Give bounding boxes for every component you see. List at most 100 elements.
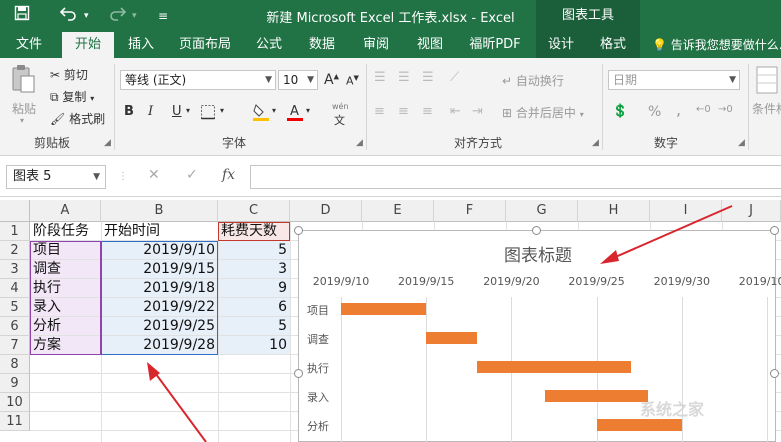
y-axis-category-label[interactable]: 分析: [307, 418, 329, 434]
x-axis-tick-label[interactable]: 2019/9/20: [483, 275, 539, 288]
column-header-e[interactable]: E: [362, 200, 434, 222]
tab-data[interactable]: 数据: [298, 32, 346, 58]
borders-icon[interactable]: [200, 104, 216, 124]
cell-a1[interactable]: 阶段任务: [30, 222, 101, 241]
column-header-b[interactable]: B: [101, 200, 218, 222]
cut-button[interactable]: ✂ 剪切: [50, 66, 88, 83]
fill-color-icon[interactable]: [252, 102, 270, 126]
phonetic-button[interactable]: wén: [332, 102, 349, 111]
column-header-d[interactable]: D: [290, 200, 362, 222]
chart-resize-handle[interactable]: [294, 226, 303, 235]
row-header-10[interactable]: 10: [0, 393, 30, 412]
tab-insert[interactable]: 插入: [118, 32, 164, 58]
decrease-indent-icon[interactable]: ⇤: [450, 104, 461, 119]
increase-indent-icon[interactable]: ⇥: [472, 104, 483, 119]
chart-resize-handle[interactable]: [532, 226, 541, 235]
row-header-9[interactable]: 9: [0, 374, 30, 393]
shrink-font-button[interactable]: A▼: [346, 74, 359, 88]
format-painter-button[interactable]: 🖌 格式刷: [50, 110, 105, 127]
align-center-icon[interactable]: ≡: [398, 104, 409, 119]
gantt-bar-调查[interactable]: [426, 332, 478, 344]
column-header-j[interactable]: J: [722, 200, 781, 222]
conditional-formatting-icon[interactable]: [756, 66, 778, 98]
gantt-chart[interactable]: 图表标题 2019/9/10 2019/9/15 2019/9/20 2019/9/2…: [298, 230, 781, 442]
grow-font-button[interactable]: A▲: [324, 72, 339, 88]
comma-button[interactable]: ,: [676, 100, 681, 119]
number-launcher-icon[interactable]: ◢: [738, 138, 745, 148]
enter-entry-button[interactable]: ✓: [186, 167, 198, 183]
cell-c7[interactable]: 10: [218, 336, 290, 355]
clipboard-launcher-icon[interactable]: ◢: [104, 138, 111, 148]
increase-decimal-icon[interactable]: ←0: [696, 104, 711, 115]
wrap-text-button[interactable]: ↵ 自动换行: [502, 72, 564, 89]
insert-function-button[interactable]: fx: [222, 167, 235, 183]
tab-review[interactable]: 审阅: [352, 32, 400, 58]
tab-design[interactable]: 设计: [536, 32, 586, 58]
number-format-select[interactable]: 日期 ▼: [608, 70, 740, 90]
tab-view[interactable]: 视图: [406, 32, 454, 58]
chart-title[interactable]: 图表标题: [299, 241, 777, 266]
gantt-bar-录入[interactable]: [545, 390, 648, 402]
orientation-icon[interactable]: ⟋: [450, 70, 459, 85]
fill-color-dropdown-icon[interactable]: ▾: [272, 106, 276, 115]
accounting-format-icon[interactable]: 💲: [612, 104, 628, 119]
tab-formulas[interactable]: 公式: [246, 32, 292, 58]
x-axis-tick-label[interactable]: 2019/9/15: [398, 275, 454, 288]
cell-b1[interactable]: 开始时间: [101, 222, 218, 241]
name-box[interactable]: 图表 5 ▼: [6, 165, 106, 189]
decrease-decimal-icon[interactable]: →0: [718, 104, 733, 115]
x-axis-tick-label[interactable]: 2019/9/10: [313, 275, 369, 288]
row-header-7[interactable]: 7: [0, 336, 30, 355]
row-header-11[interactable]: 11: [0, 412, 30, 431]
cell-c4[interactable]: 9: [218, 279, 290, 298]
align-middle-icon[interactable]: ☰: [398, 70, 410, 85]
y-axis-category-label[interactable]: 执行: [307, 360, 329, 376]
conditional-formatting-button[interactable]: 条件格: [752, 100, 781, 117]
select-all-corner[interactable]: [0, 200, 30, 222]
tab-file[interactable]: 文件: [0, 32, 58, 58]
cell-c2[interactable]: 5: [218, 241, 290, 260]
column-header-c[interactable]: C: [218, 200, 290, 222]
column-header-i[interactable]: I: [650, 200, 722, 222]
formula-input[interactable]: [250, 165, 781, 189]
chart-resize-handle[interactable]: [294, 369, 303, 378]
align-left-icon[interactable]: ≡: [374, 104, 385, 119]
gantt-bar-分析[interactable]: [596, 419, 682, 431]
chart-resize-handle[interactable]: [770, 369, 779, 378]
row-header-6[interactable]: 6: [0, 317, 30, 336]
column-header-a[interactable]: A: [30, 200, 101, 222]
row-header-1[interactable]: 1: [0, 222, 30, 241]
y-axis-category-label[interactable]: 录入: [307, 389, 329, 405]
cell-c3[interactable]: 3: [218, 260, 290, 279]
font-launcher-icon[interactable]: ◢: [356, 138, 363, 148]
column-header-f[interactable]: F: [434, 200, 506, 222]
row-header-5[interactable]: 5: [0, 298, 30, 317]
align-top-icon[interactable]: ☰: [374, 70, 386, 85]
align-bottom-icon[interactable]: ☰: [422, 70, 434, 85]
cancel-entry-button[interactable]: ✕: [148, 167, 160, 183]
y-axis-category-label[interactable]: 调查: [307, 331, 329, 347]
row-header-8[interactable]: 8: [0, 355, 30, 374]
tab-page-layout[interactable]: 页面布局: [170, 32, 240, 58]
tab-home[interactable]: 开始: [62, 32, 114, 58]
row-header-3[interactable]: 3: [0, 260, 30, 279]
font-color-dropdown-icon[interactable]: ▾: [306, 106, 310, 115]
bold-button[interactable]: B: [124, 104, 134, 119]
italic-button[interactable]: I: [148, 104, 153, 119]
column-header-g[interactable]: G: [506, 200, 578, 222]
borders-dropdown-icon[interactable]: ▾: [220, 106, 224, 115]
underline-dropdown-icon[interactable]: ▾: [186, 106, 190, 115]
paste-button[interactable]: 粘贴: [12, 100, 36, 117]
y-axis-category-label[interactable]: 项目: [307, 302, 329, 318]
paste-icon[interactable]: [10, 64, 36, 98]
cell-c5[interactable]: 6: [218, 298, 290, 317]
x-axis-tick-label[interactable]: 2019/9/25: [568, 275, 624, 288]
row-header-2[interactable]: 2: [0, 241, 30, 260]
gantt-bar-执行[interactable]: [477, 361, 631, 373]
x-axis-tick-label[interactable]: 2019/9/30: [654, 275, 710, 288]
font-family-select[interactable]: 等线 (正文) ▼: [120, 70, 276, 90]
alignment-launcher-icon[interactable]: ◢: [592, 138, 599, 148]
font-size-select[interactable]: 10 ▼: [278, 70, 318, 90]
chart-resize-handle[interactable]: [770, 226, 779, 235]
tab-foxit-pdf[interactable]: 福昕PDF: [460, 32, 530, 58]
